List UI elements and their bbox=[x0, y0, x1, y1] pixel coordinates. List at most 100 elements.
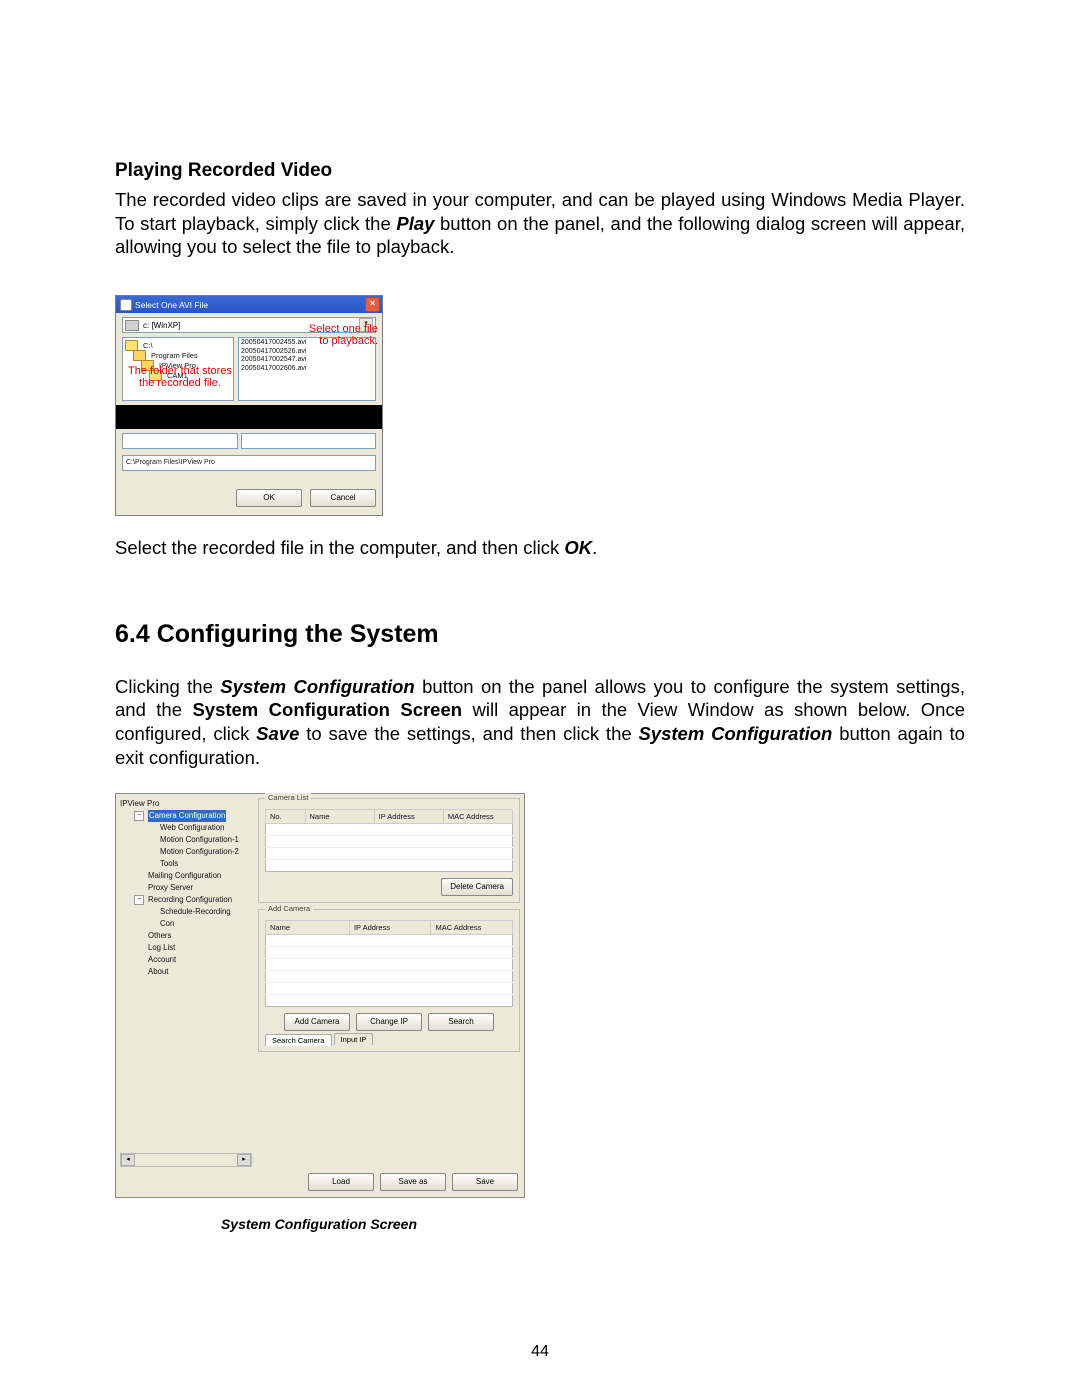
text: to save the settings, and then click the bbox=[299, 723, 638, 744]
table-row[interactable] bbox=[266, 860, 513, 872]
tree-item[interactable]: Motion Configuration-1 bbox=[120, 834, 246, 846]
filename-row bbox=[122, 433, 376, 449]
dialog-select-avi-wrapper: Select One AVI File × c: [WinXP] ▾ C:\ P… bbox=[115, 295, 381, 516]
col-ip[interactable]: IP Address bbox=[374, 810, 443, 824]
tree-item[interactable]: −Recording Configuration bbox=[120, 894, 246, 906]
tree-label: Web Configuration bbox=[160, 822, 224, 834]
paragraph-sysconfig: Clicking the System Configuration button… bbox=[115, 675, 965, 770]
collapse-icon[interactable]: − bbox=[134, 811, 144, 821]
tree-item[interactable]: IPView Pro bbox=[120, 798, 246, 810]
text: Select the recorded file in the computer… bbox=[115, 537, 564, 558]
tree-item[interactable]: Schedule-Recording Con bbox=[120, 906, 246, 930]
text: Select one file bbox=[309, 323, 378, 335]
col-name[interactable]: Name bbox=[266, 921, 350, 935]
system-config-body: IPView Pro −Camera Configuration Web Con… bbox=[116, 794, 524, 1171]
col-name[interactable]: Name bbox=[305, 810, 374, 824]
table-row[interactable] bbox=[266, 995, 513, 1007]
list-item[interactable]: 20050417002526.avi bbox=[241, 348, 373, 357]
drive-label: c: [WinXP] bbox=[143, 321, 180, 330]
close-icon[interactable]: × bbox=[365, 297, 380, 312]
document-page: Playing Recorded Video The recorded vide… bbox=[0, 0, 1080, 1397]
table-row[interactable] bbox=[266, 935, 513, 947]
col-mac[interactable]: MAC Address bbox=[443, 810, 512, 824]
tree-item[interactable]: Program Files bbox=[125, 350, 231, 360]
config-tree[interactable]: IPView Pro −Camera Configuration Web Con… bbox=[120, 798, 246, 978]
groupbox-camera-list: Camera List No. Name IP Address MAC Addr… bbox=[258, 798, 520, 903]
groupbox-title: Camera List bbox=[265, 793, 311, 802]
text: to playback. bbox=[319, 335, 378, 347]
col-mac[interactable]: MAC Address bbox=[431, 921, 513, 935]
paragraph-select-ok: Select the recorded file in the computer… bbox=[115, 536, 965, 560]
redacted-bar bbox=[116, 405, 382, 429]
col-no[interactable]: No. bbox=[266, 810, 306, 824]
text-input[interactable] bbox=[122, 433, 238, 449]
table-row[interactable] bbox=[266, 824, 513, 836]
tree-item[interactable]: Log List bbox=[120, 942, 246, 954]
tab-search-camera[interactable]: Search Camera bbox=[265, 1034, 332, 1046]
change-ip-button[interactable]: Change IP bbox=[356, 1013, 422, 1031]
text: System Configuration Screen bbox=[192, 699, 462, 720]
tab-input-ip[interactable]: Input IP bbox=[334, 1033, 374, 1045]
annotation-folder: The folder that stores the recorded file… bbox=[115, 365, 245, 389]
load-button[interactable]: Load bbox=[308, 1173, 374, 1191]
heading-playing-recorded-video: Playing Recorded Video bbox=[115, 160, 965, 182]
list-item[interactable]: 20050417002547.avi bbox=[241, 356, 373, 365]
text: The folder that stores bbox=[128, 365, 232, 377]
table-row[interactable] bbox=[266, 983, 513, 995]
tree-label: C:\ bbox=[143, 341, 153, 350]
tree-label: Motion Configuration-1 bbox=[160, 834, 239, 846]
tree-label: Proxy Server bbox=[148, 882, 193, 894]
table-row[interactable] bbox=[266, 971, 513, 983]
text: . bbox=[592, 537, 597, 558]
dialog-button-row: OK Cancel bbox=[122, 489, 376, 507]
scroll-right-icon[interactable]: ▸ bbox=[237, 1154, 251, 1166]
drive-icon bbox=[125, 320, 139, 331]
text-input[interactable] bbox=[241, 433, 376, 449]
tree-item[interactable]: Proxy Server bbox=[120, 882, 246, 894]
tree-item[interactable]: −Camera Configuration bbox=[120, 810, 246, 822]
table-row[interactable] bbox=[266, 959, 513, 971]
tree-item[interactable]: C:\ bbox=[125, 340, 231, 350]
tree-item[interactable]: Tools bbox=[120, 858, 246, 870]
search-button[interactable]: Search bbox=[428, 1013, 494, 1031]
path-input[interactable]: C:\Program Files\IPView Pro bbox=[122, 455, 376, 471]
tree-item[interactable]: Motion Configuration-2 bbox=[120, 846, 246, 858]
tree-label: Account bbox=[148, 954, 176, 966]
app-icon bbox=[120, 299, 132, 311]
tree-item[interactable]: About bbox=[120, 966, 246, 978]
tree-label: IPView Pro bbox=[120, 798, 159, 810]
ok-button[interactable]: OK bbox=[236, 489, 302, 507]
table-row[interactable] bbox=[266, 947, 513, 959]
delete-camera-button[interactable]: Delete Camera bbox=[441, 878, 513, 896]
tree-label: Tools bbox=[160, 858, 178, 870]
col-ip[interactable]: IP Address bbox=[349, 921, 431, 935]
collapse-icon[interactable]: − bbox=[134, 895, 144, 905]
horizontal-scrollbar[interactable]: ◂ ▸ bbox=[120, 1153, 252, 1167]
config-right-panel: Camera List No. Name IP Address MAC Addr… bbox=[258, 798, 520, 1167]
tree-item[interactable]: Mailing Configuration bbox=[120, 870, 246, 882]
button-row: Delete Camera bbox=[265, 878, 513, 896]
tree-item[interactable]: Others bbox=[120, 930, 246, 942]
tree-label: Schedule-Recording Con bbox=[160, 906, 246, 930]
tree-label-selected: Camera Configuration bbox=[148, 810, 226, 822]
text: Clicking the bbox=[115, 676, 220, 697]
tree-label: Log List bbox=[148, 942, 175, 954]
camera-list-table[interactable]: No. Name IP Address MAC Address bbox=[265, 809, 513, 872]
tree-item[interactable]: Account bbox=[120, 954, 246, 966]
groupbox-title: Add Camera bbox=[265, 904, 313, 913]
groupbox-add-camera: Add Camera Name IP Address MAC Address bbox=[258, 909, 520, 1052]
save-button[interactable]: Save bbox=[452, 1173, 518, 1191]
cancel-button[interactable]: Cancel bbox=[310, 489, 376, 507]
folder-icon bbox=[125, 340, 138, 351]
table-row[interactable] bbox=[266, 836, 513, 848]
scroll-left-icon[interactable]: ◂ bbox=[121, 1154, 135, 1166]
tree-panel: IPView Pro −Camera Configuration Web Con… bbox=[120, 798, 252, 1167]
tree-item[interactable]: Web Configuration bbox=[120, 822, 246, 834]
tree-label: Mailing Configuration bbox=[148, 870, 221, 882]
add-camera-button[interactable]: Add Camera bbox=[284, 1013, 350, 1031]
dialog-title-text: Select One AVI File bbox=[135, 300, 208, 310]
table-row[interactable] bbox=[266, 848, 513, 860]
add-camera-table[interactable]: Name IP Address MAC Address bbox=[265, 920, 513, 1007]
save-as-button[interactable]: Save as bbox=[380, 1173, 446, 1191]
list-item[interactable]: 20050417002606.avi bbox=[241, 365, 373, 374]
